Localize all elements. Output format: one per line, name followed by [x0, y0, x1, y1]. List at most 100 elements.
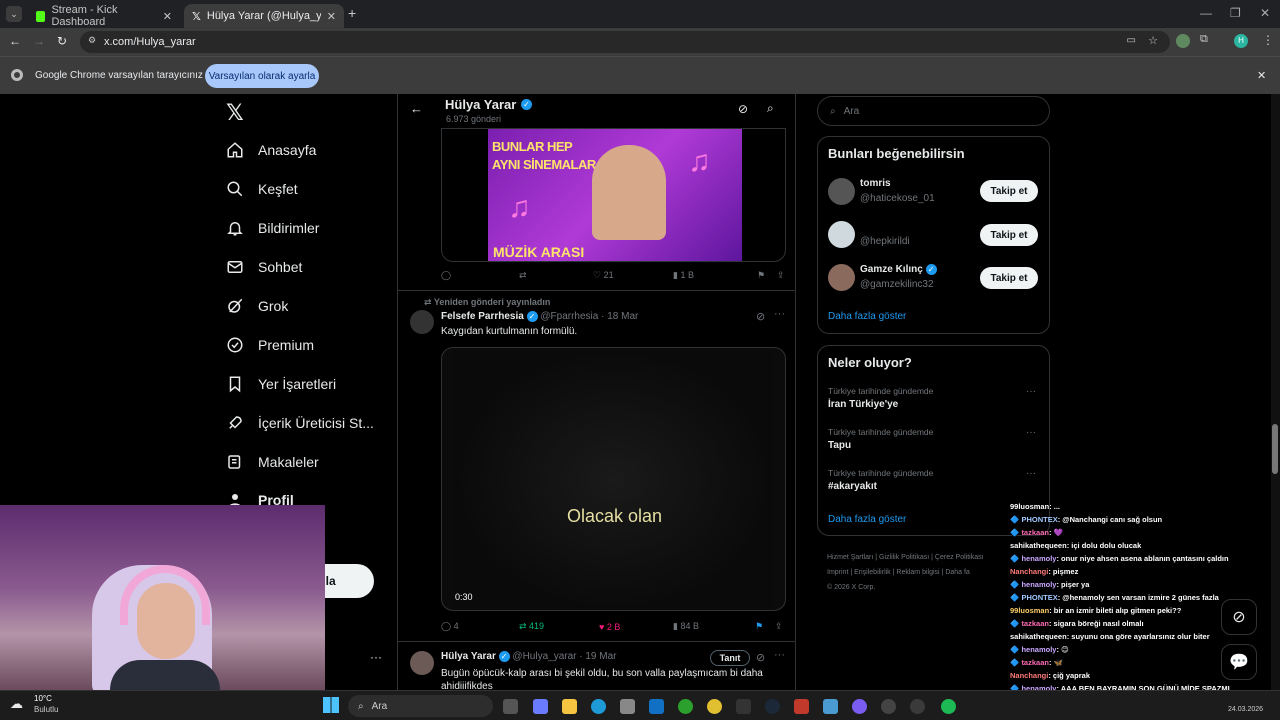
nav-item-premium[interactable]: Premium [226, 336, 314, 354]
file-explorer-icon[interactable] [562, 699, 577, 714]
post-author[interactable]: Hülya Yarar ✓ @Hulya_yarar · 19 Mar [441, 651, 617, 662]
steam-icon[interactable] [765, 699, 780, 714]
share-icon[interactable]: ⇪ [775, 621, 783, 632]
tab-x-profile[interactable]: 𝕏 Hülya Yarar (@Hulya_yarar) / X ✕ [184, 4, 344, 28]
trend-topic[interactable]: İran Türkiye'ye [828, 399, 898, 410]
grok-icon[interactable]: ⊘ [738, 102, 748, 116]
avatar[interactable] [828, 221, 855, 248]
video-thumbnail[interactable]: BUNLAR HEP AYNI SİNEMALAR ♫ ♫ MÜZİK ARAS… [441, 128, 786, 262]
star-icon[interactable]: ☆ [1148, 34, 1158, 47]
grok-icon[interactable]: ⊘ [756, 651, 765, 664]
avatar[interactable] [410, 651, 434, 675]
grok-float-button[interactable]: ⊘ [1221, 599, 1257, 635]
trend-topic[interactable]: #akaryakıt [828, 481, 877, 492]
avatar[interactable] [828, 178, 855, 205]
nav-item-home[interactable]: Anasayfa [226, 141, 316, 159]
views-button[interactable]: ▮ 1 B [673, 270, 757, 281]
nav-item-grok[interactable]: Grok [226, 297, 288, 315]
nav-item-notifications[interactable]: Bildirimler [226, 219, 319, 237]
timeline[interactable]: ← Hülya Yarar ✓ 6.973 gönderi ⊘ ⌕ BUNLAR… [397, 94, 796, 690]
grok-icon[interactable]: ⊘ [756, 310, 765, 323]
messages-float-button[interactable]: 💬 [1221, 644, 1257, 680]
footer-link[interactable]: Imprint [827, 569, 848, 576]
chrome-icon[interactable] [707, 699, 722, 714]
follow-button[interactable]: Takip et [980, 224, 1038, 246]
scrollbar-thumb[interactable] [1272, 424, 1278, 474]
more-icon[interactable]: ··· [1026, 386, 1036, 397]
store-icon[interactable] [620, 699, 635, 714]
video-player[interactable]: Olacak olan 0:30 [441, 347, 786, 611]
address-bar[interactable]: ⚙ x.com/Hulya_yarar ▭ ☆ [80, 31, 1170, 53]
window-close-icon[interactable]: ✕ [1260, 6, 1270, 20]
search-input[interactable]: ⌕ Ara [817, 96, 1050, 126]
footer-link[interactable]: Gizlilik Politikası [879, 554, 929, 561]
tab-kick-dashboard[interactable]: Stream - Kick Dashboard ✕ [28, 4, 180, 28]
footer-link[interactable]: Reklam bilgisi [896, 569, 939, 576]
spotify-icon[interactable] [941, 699, 956, 714]
user-name[interactable]: tomris [860, 178, 891, 189]
taskbar-search[interactable]: ⌕ Ara [348, 695, 493, 717]
x-logo-icon[interactable]: 𝕏 [226, 100, 244, 126]
obs-icon[interactable] [881, 699, 896, 714]
weather-icon[interactable]: ☁ [10, 696, 23, 712]
menu-icon[interactable]: ⋮ [1262, 33, 1274, 47]
set-default-button[interactable]: Varsayılan olarak ayarla [205, 64, 319, 88]
nav-item-bookmarks[interactable]: Yer İşaretleri [226, 375, 336, 393]
extension-icon[interactable] [1176, 34, 1190, 48]
app-icon[interactable] [852, 699, 867, 714]
trend-topic[interactable]: Tapu [828, 440, 851, 451]
close-icon[interactable]: ✕ [1257, 69, 1266, 82]
like-button[interactable]: ♡ 21 [593, 270, 673, 281]
more-icon[interactable]: ··· [774, 649, 785, 661]
reply-button[interactable]: ◯ 4 [441, 621, 519, 632]
restore-icon[interactable]: ❐ [1230, 6, 1241, 20]
clock-date[interactable]: 24.03.2026 [1228, 706, 1263, 713]
media-icon[interactable] [794, 699, 809, 714]
reload-icon[interactable]: ↻ [57, 34, 67, 48]
promote-button[interactable]: Tanıt [710, 650, 750, 666]
avatar[interactable] [828, 264, 855, 291]
nav-item-creator-studio[interactable]: İçerik Üreticisi St... [226, 414, 374, 432]
show-more-link[interactable]: Daha fazla göster [828, 311, 906, 322]
weather-temp[interactable]: 10°C [34, 694, 52, 703]
more-icon[interactable]: ··· [1026, 468, 1036, 479]
back-arrow-icon[interactable]: ← [410, 101, 423, 116]
bookmark-icon[interactable]: ⚑ [755, 621, 775, 632]
app-icon[interactable] [910, 699, 925, 714]
views-button[interactable]: ▮ 84 B [673, 621, 755, 632]
avatar[interactable] [410, 310, 434, 334]
avatar[interactable]: H [1234, 34, 1248, 48]
search-icon[interactable]: ⌕ [767, 101, 774, 116]
puzzle-icon[interactable]: ⧉ [1200, 33, 1208, 46]
bookmark-icon[interactable]: ⚑ [757, 270, 777, 281]
reply-icon[interactable]: ◯ [441, 270, 519, 281]
footer-link[interactable]: Çerez Politikası [935, 554, 984, 561]
footer-link[interactable]: Hizmet Şartları [827, 554, 873, 561]
scrollbar[interactable] [1271, 94, 1280, 690]
footer-link[interactable]: Daha fa [945, 569, 970, 576]
close-icon[interactable]: ✕ [327, 10, 336, 23]
account-more-icon[interactable]: ··· [370, 650, 382, 664]
site-info-icon[interactable]: ⚙ [88, 35, 96, 46]
xbox-icon[interactable] [678, 699, 693, 714]
footer-link[interactable]: Erişilebilirlik [854, 569, 891, 576]
more-icon[interactable]: ··· [774, 308, 785, 320]
edge-icon[interactable] [591, 699, 606, 714]
more-icon[interactable]: ··· [1026, 427, 1036, 438]
nav-item-articles[interactable]: Makaleler [226, 453, 319, 471]
outlook-icon[interactable] [649, 699, 664, 714]
share-icon[interactable]: ⇪ [777, 270, 785, 281]
back-icon[interactable]: ← [9, 34, 21, 48]
post-author[interactable]: Felsefe Parrhesia ✓ @Fparrhesia · 18 Mar [441, 311, 638, 322]
forward-icon[interactable]: → [33, 34, 45, 48]
minimize-icon[interactable]: — [1200, 6, 1212, 20]
repost-button[interactable]: ⇄ 419 [519, 621, 599, 632]
tab-search-button[interactable]: ⌄ [6, 6, 22, 22]
nav-item-explore[interactable]: Keşfet [226, 180, 298, 198]
copilot-icon[interactable] [533, 699, 548, 714]
close-icon[interactable]: ✕ [163, 10, 172, 23]
epic-games-icon[interactable] [736, 699, 751, 714]
install-icon[interactable]: ▭ [1127, 35, 1136, 46]
app-icon[interactable] [823, 699, 838, 714]
user-name[interactable]: Gamze Kılınç ✓ [860, 264, 937, 275]
